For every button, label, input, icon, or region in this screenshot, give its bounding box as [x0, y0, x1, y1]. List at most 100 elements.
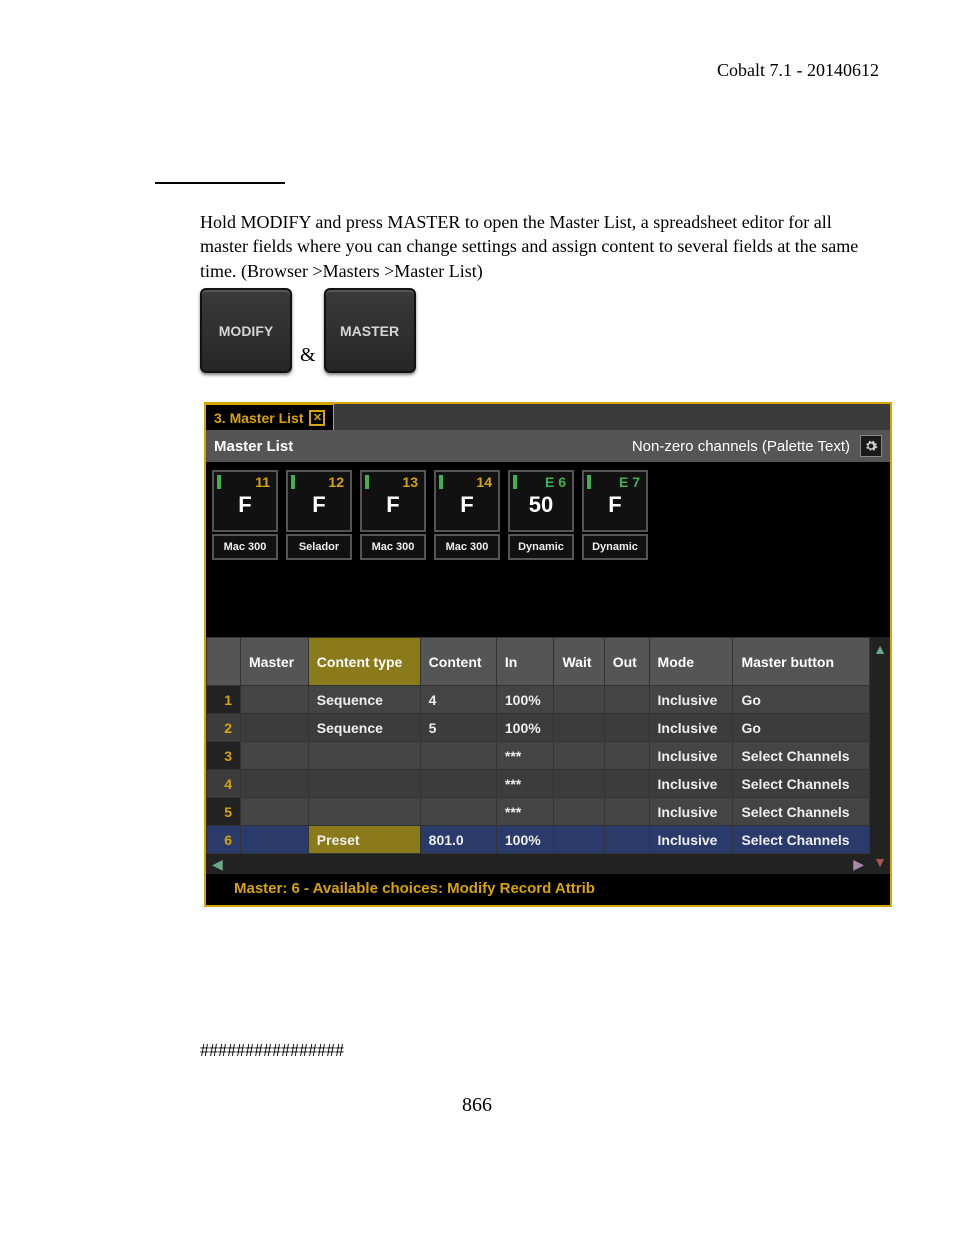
master-cell[interactable]: E 7F Dynamic [580, 470, 650, 629]
cell-ctype[interactable]: Preset [308, 826, 420, 854]
col-mode[interactable]: Mode [649, 638, 733, 686]
master-label: Mac 300 [212, 534, 278, 560]
cell-out[interactable] [604, 742, 649, 770]
cell-mode[interactable]: Inclusive [649, 798, 733, 826]
cell-out[interactable] [604, 798, 649, 826]
cell-mbtn[interactable]: Go [733, 686, 870, 714]
master-cell[interactable]: 11F Mac 300 [210, 470, 280, 629]
cell-master[interactable] [241, 798, 309, 826]
master-value: F [238, 492, 251, 518]
cell-index: 5 [207, 798, 241, 826]
cell-master[interactable] [241, 714, 309, 742]
table-row[interactable]: 2 Sequence 5 100% Inclusive Go [207, 714, 870, 742]
master-cell[interactable]: 14F Mac 300 [432, 470, 502, 629]
table-row[interactable]: 5 *** Inclusive Select Channels [207, 798, 870, 826]
body-paragraph: Hold MODIFY and press MASTER to open the… [200, 210, 870, 283]
col-content-type[interactable]: Content type [308, 638, 420, 686]
cell-mbtn[interactable]: Select Channels [733, 826, 870, 854]
tab-master-list[interactable]: 3. Master List ✕ [206, 404, 334, 430]
cell-ctype[interactable] [308, 770, 420, 798]
cell-mbtn[interactable]: Select Channels [733, 798, 870, 826]
masters-strip: 11F Mac 300 12F Selador 13F Mac 300 14F … [206, 462, 890, 637]
cell-ctype[interactable] [308, 798, 420, 826]
cell-wait[interactable] [554, 826, 604, 854]
table-row-selected[interactable]: 6 Preset 801.0 100% Inclusive Select Cha… [207, 826, 870, 854]
col-spacer [207, 638, 241, 686]
cell-mode[interactable]: Inclusive [649, 826, 733, 854]
scroll-left-icon[interactable]: ◀ [212, 856, 223, 873]
col-wait[interactable]: Wait [554, 638, 604, 686]
vertical-scrollbar[interactable]: ▲ ▼ [870, 637, 890, 874]
cell-in[interactable]: 100% [496, 714, 554, 742]
cell-master[interactable] [241, 770, 309, 798]
cell-wait[interactable] [554, 686, 604, 714]
col-content[interactable]: Content [420, 638, 496, 686]
master-cell[interactable]: 13F Mac 300 [358, 470, 428, 629]
cell-out[interactable] [604, 770, 649, 798]
modify-key: MODIFY [200, 288, 292, 373]
table-row[interactable]: 4 *** Inclusive Select Channels [207, 770, 870, 798]
master-value: F [386, 492, 399, 518]
master-label: Dynamic [582, 534, 648, 560]
master-cell[interactable]: E 650 Dynamic [506, 470, 576, 629]
col-in[interactable]: In [496, 638, 554, 686]
cell-mbtn[interactable]: Select Channels [733, 770, 870, 798]
cell-wait[interactable] [554, 798, 604, 826]
cell-master[interactable] [241, 686, 309, 714]
cell-content[interactable]: 801.0 [420, 826, 496, 854]
cell-mode[interactable]: Inclusive [649, 742, 733, 770]
panel-title: Master List [214, 438, 293, 455]
cell-ctype[interactable]: Sequence [308, 714, 420, 742]
section-divider: ################ [200, 1040, 344, 1061]
horizontal-scrollbar[interactable]: ◀ ▶ [206, 854, 870, 874]
cell-out[interactable] [604, 686, 649, 714]
horizontal-rule [155, 182, 285, 184]
cell-content[interactable]: 5 [420, 714, 496, 742]
master-number: 14 [476, 474, 498, 490]
table-row[interactable]: 1 Sequence 4 100% Inclusive Go [207, 686, 870, 714]
cell-mbtn[interactable]: Go [733, 714, 870, 742]
cell-ctype[interactable]: Sequence [308, 686, 420, 714]
scroll-down-icon[interactable]: ▼ [873, 850, 887, 874]
master-list-table[interactable]: Master Content type Content In Wait Out … [206, 637, 870, 854]
table-row[interactable]: 3 *** Inclusive Select Channels [207, 742, 870, 770]
col-out[interactable]: Out [604, 638, 649, 686]
cell-content[interactable] [420, 770, 496, 798]
master-number: 11 [255, 474, 276, 490]
cell-in[interactable]: *** [496, 742, 554, 770]
col-master-button[interactable]: Master button [733, 638, 870, 686]
cell-content[interactable]: 4 [420, 686, 496, 714]
cell-in[interactable]: *** [496, 770, 554, 798]
cell-master[interactable] [241, 826, 309, 854]
status-bar: Master: 6 - Available choices: Modify Re… [206, 874, 890, 905]
cell-in[interactable]: 100% [496, 826, 554, 854]
cell-master[interactable] [241, 742, 309, 770]
cell-mode[interactable]: Inclusive [649, 686, 733, 714]
key-combo: MODIFY & MASTER [200, 288, 416, 373]
master-label: Mac 300 [360, 534, 426, 560]
master-list-window: 3. Master List ✕ Master List Non-zero ch… [204, 402, 892, 907]
cell-mode[interactable]: Inclusive [649, 714, 733, 742]
cell-wait[interactable] [554, 742, 604, 770]
cell-mbtn[interactable]: Select Channels [733, 742, 870, 770]
master-cell[interactable]: 12F Selador [284, 470, 354, 629]
cell-index: 6 [207, 826, 241, 854]
close-icon[interactable]: ✕ [309, 410, 325, 426]
master-label: Dynamic [508, 534, 574, 560]
scroll-up-icon[interactable]: ▲ [873, 637, 887, 661]
cell-content[interactable] [420, 742, 496, 770]
page-number: 866 [0, 1094, 954, 1117]
gear-icon[interactable] [860, 435, 882, 457]
master-number: E 7 [619, 474, 646, 490]
cell-ctype[interactable] [308, 742, 420, 770]
cell-wait[interactable] [554, 714, 604, 742]
scroll-right-icon[interactable]: ▶ [853, 856, 864, 873]
cell-in[interactable]: *** [496, 798, 554, 826]
cell-out[interactable] [604, 826, 649, 854]
cell-mode[interactable]: Inclusive [649, 770, 733, 798]
col-master[interactable]: Master [241, 638, 309, 686]
cell-out[interactable] [604, 714, 649, 742]
cell-content[interactable] [420, 798, 496, 826]
cell-in[interactable]: 100% [496, 686, 554, 714]
cell-wait[interactable] [554, 770, 604, 798]
